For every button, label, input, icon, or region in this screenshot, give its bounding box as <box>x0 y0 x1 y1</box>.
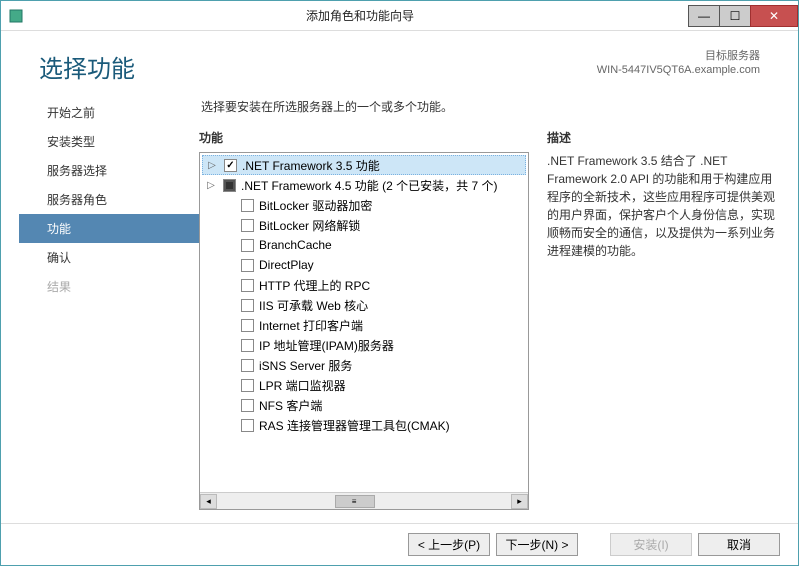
feature-row-2[interactable]: BitLocker 驱动器加密 <box>202 195 526 215</box>
feature-label: DirectPlay <box>259 258 314 272</box>
feature-row-9[interactable]: IP 地址管理(IPAM)服务器 <box>202 335 526 355</box>
feature-label: HTTP 代理上的 RPC <box>259 277 370 294</box>
feature-row-8[interactable]: Internet 打印客户端 <box>202 315 526 335</box>
feature-label: NFS 客户端 <box>259 397 322 414</box>
feature-row-5[interactable]: DirectPlay <box>202 255 526 275</box>
close-button[interactable]: ✕ <box>750 5 798 27</box>
wizard-window: 添加角色和功能向导 — ☐ ✕ 选择功能 目标服务器 WIN-5447IV5QT… <box>0 0 799 566</box>
feature-checkbox[interactable] <box>241 399 254 412</box>
features-list[interactable]: ▷ .NET Framework 3.5 功能 ▷ .NET Framework 4.… <box>200 153 528 492</box>
install-button[interactable]: 安装(I) <box>610 533 692 556</box>
feature-checkbox[interactable] <box>241 419 254 432</box>
feature-checkbox[interactable] <box>241 319 254 332</box>
feature-row-3[interactable]: BitLocker 网络解锁 <box>202 215 526 235</box>
feature-row-4[interactable]: BranchCache <box>202 235 526 255</box>
next-button[interactable]: 下一步(N) > <box>496 533 578 556</box>
feature-row-1[interactable]: ▷ .NET Framework 4.5 功能 (2 个已安装，共 7 个) <box>202 175 526 195</box>
window-controls: — ☐ ✕ <box>689 5 798 27</box>
feature-checkbox[interactable] <box>241 359 254 372</box>
description-text: .NET Framework 3.5 结合了 .NET Framework 2.… <box>547 152 780 260</box>
sidebar-item-0[interactable]: 开始之前 <box>19 98 199 127</box>
features-label: 功能 <box>199 129 529 152</box>
feature-label: RAS 连接管理器管理工具包(CMAK) <box>259 417 450 434</box>
feature-checkbox[interactable] <box>241 239 254 252</box>
feature-checkbox[interactable] <box>224 159 237 172</box>
scroll-track[interactable]: ≡ <box>217 494 511 509</box>
cancel-button[interactable]: 取消 <box>698 533 780 556</box>
sidebar-item-1[interactable]: 安装类型 <box>19 127 199 156</box>
sidebar-item-2[interactable]: 服务器选择 <box>19 156 199 185</box>
content: 选择要安装在所选服务器上的一个或多个功能。 功能 ▷ .NET Framework… <box>199 90 780 510</box>
feature-checkbox[interactable] <box>241 279 254 292</box>
expand-icon[interactable]: ▷ <box>204 180 218 191</box>
expand-icon[interactable]: ▷ <box>205 160 219 171</box>
scroll-left-button[interactable]: ◂ <box>200 494 217 509</box>
target-label: 目标服务器 <box>597 49 760 63</box>
feature-row-0[interactable]: ▷ .NET Framework 3.5 功能 <box>202 155 526 175</box>
scroll-thumb[interactable]: ≡ <box>335 495 375 508</box>
feature-label: Internet 打印客户端 <box>259 317 363 334</box>
feature-row-12[interactable]: NFS 客户端 <box>202 395 526 415</box>
window-title: 添加角色和功能向导 <box>31 7 689 24</box>
feature-row-11[interactable]: LPR 端口监视器 <box>202 375 526 395</box>
description-label: 描述 <box>547 129 780 152</box>
header-row: 选择功能 目标服务器 WIN-5447IV5QT6A.example.com <box>1 31 798 90</box>
description-column: 描述 .NET Framework 3.5 结合了 .NET Framework… <box>547 129 780 510</box>
maximize-button[interactable]: ☐ <box>719 5 751 27</box>
app-icon <box>1 1 31 31</box>
page-title: 选择功能 <box>39 49 135 84</box>
feature-label: BitLocker 驱动器加密 <box>259 197 372 214</box>
feature-label: IIS 可承载 Web 核心 <box>259 297 368 314</box>
instruction-text: 选择要安装在所选服务器上的一个或多个功能。 <box>199 90 780 129</box>
feature-label: .NET Framework 3.5 功能 <box>242 157 380 174</box>
feature-label: LPR 端口监视器 <box>259 377 346 394</box>
feature-checkbox[interactable] <box>241 379 254 392</box>
feature-label: .NET Framework 4.5 功能 (2 个已安装，共 7 个) <box>241 177 497 194</box>
target-value: WIN-5447IV5QT6A.example.com <box>597 63 760 77</box>
footer: < 上一步(P) 下一步(N) > 安装(I) 取消 <box>1 523 798 565</box>
features-listbox[interactable]: ▷ .NET Framework 3.5 功能 ▷ .NET Framework 4.… <box>199 152 529 510</box>
feature-row-7[interactable]: IIS 可承载 Web 核心 <box>202 295 526 315</box>
sidebar-item-5[interactable]: 确认 <box>19 243 199 272</box>
titlebar: 添加角色和功能向导 — ☐ ✕ <box>1 1 798 31</box>
target-server-box: 目标服务器 WIN-5447IV5QT6A.example.com <box>597 49 760 78</box>
feature-label: IP 地址管理(IPAM)服务器 <box>259 337 394 354</box>
feature-row-13[interactable]: RAS 连接管理器管理工具包(CMAK) <box>202 415 526 435</box>
previous-button[interactable]: < 上一步(P) <box>408 533 490 556</box>
feature-checkbox[interactable] <box>223 179 236 192</box>
feature-label: BitLocker 网络解锁 <box>259 217 360 234</box>
minimize-button[interactable]: — <box>688 5 720 27</box>
sidebar-item-3[interactable]: 服务器角色 <box>19 185 199 214</box>
feature-checkbox[interactable] <box>241 219 254 232</box>
feature-checkbox[interactable] <box>241 339 254 352</box>
body: 选择功能 目标服务器 WIN-5447IV5QT6A.example.com 开… <box>1 31 798 510</box>
sidebar: 开始之前安装类型服务器选择服务器角色功能确认结果 <box>19 90 199 510</box>
content-split: 功能 ▷ .NET Framework 3.5 功能 ▷ .NET Framework… <box>199 129 780 510</box>
feature-checkbox[interactable] <box>241 259 254 272</box>
sidebar-item-6: 结果 <box>19 272 199 301</box>
scroll-right-button[interactable]: ▸ <box>511 494 528 509</box>
features-column: 功能 ▷ .NET Framework 3.5 功能 ▷ .NET Framework… <box>199 129 529 510</box>
main-layout: 开始之前安装类型服务器选择服务器角色功能确认结果 选择要安装在所选服务器上的一个… <box>1 90 798 510</box>
feature-checkbox[interactable] <box>241 299 254 312</box>
horizontal-scrollbar[interactable]: ◂ ≡ ▸ <box>200 492 528 509</box>
feature-label: iSNS Server 服务 <box>259 357 352 374</box>
sidebar-item-4[interactable]: 功能 <box>19 214 199 243</box>
feature-checkbox[interactable] <box>241 199 254 212</box>
feature-row-6[interactable]: HTTP 代理上的 RPC <box>202 275 526 295</box>
feature-label: BranchCache <box>259 238 332 252</box>
feature-row-10[interactable]: iSNS Server 服务 <box>202 355 526 375</box>
